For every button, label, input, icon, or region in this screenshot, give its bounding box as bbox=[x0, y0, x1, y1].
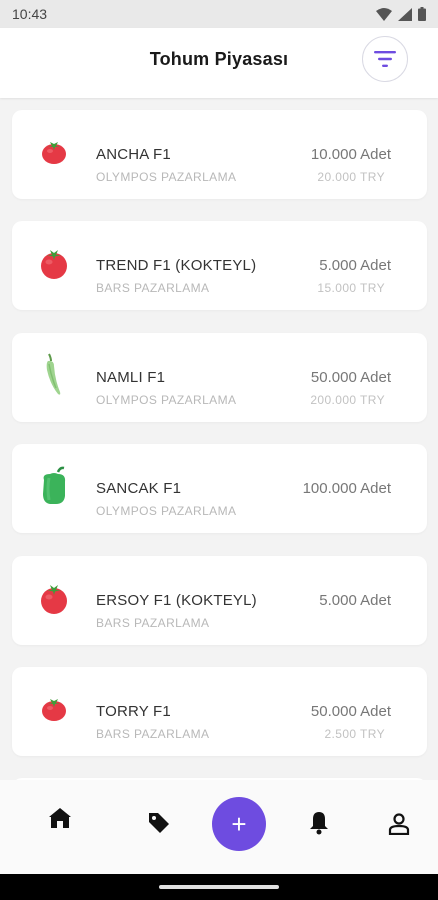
company-name: BARS PAZARLAMA bbox=[96, 727, 210, 741]
status-icons bbox=[376, 7, 426, 21]
home-icon bbox=[49, 808, 71, 828]
company-name: OLYMPOS PAZARLAMA bbox=[96, 393, 237, 407]
wifi-icon bbox=[376, 7, 392, 21]
list-item[interactable]: ERSOY F1 (KOKTEYL) BARS PAZARLAMA 5.000 … bbox=[12, 556, 427, 645]
list-item[interactable]: TORRY F1 BARS PAZARLAMA 50.000 Adet 2.50… bbox=[12, 667, 427, 756]
tomato-icon bbox=[34, 129, 74, 175]
company-name: OLYMPOS PAZARLAMA bbox=[96, 170, 237, 184]
tag-icon bbox=[149, 813, 169, 833]
product-name: TREND F1 (KOKTEYL) bbox=[96, 257, 257, 274]
product-name: NAMLI F1 bbox=[96, 369, 166, 386]
quantity: 5.000 Adet bbox=[319, 257, 391, 274]
quantity: 50.000 Adet bbox=[310, 703, 391, 720]
nav-tags[interactable] bbox=[143, 807, 175, 839]
status-bar: 10:43 bbox=[0, 0, 438, 28]
nav-home[interactable] bbox=[44, 802, 76, 834]
bell-pepper-icon bbox=[34, 463, 74, 509]
tomato-icon bbox=[34, 575, 74, 621]
price: 15.000 TRY bbox=[317, 281, 385, 295]
product-name: ERSOY F1 (KOKTEYL) bbox=[96, 592, 257, 609]
profile-icon bbox=[388, 813, 410, 835]
filter-icon bbox=[374, 51, 396, 67]
company-name: BARS PAZARLAMA bbox=[96, 281, 210, 295]
chili-pepper-icon bbox=[34, 352, 74, 398]
status-time: 10:43 bbox=[12, 6, 48, 22]
list-item[interactable]: ANCHA F1 OLYMPOS PAZARLAMA 10.000 Adet 2… bbox=[12, 110, 427, 199]
company-name: OLYMPOS PAZARLAMA bbox=[96, 504, 237, 518]
price: 2.500 TRY bbox=[324, 727, 385, 741]
app-header: Tohum Piyasası bbox=[0, 28, 438, 98]
quantity: 100.000 Adet bbox=[302, 480, 391, 497]
quantity: 50.000 Adet bbox=[310, 369, 391, 386]
add-icon: + bbox=[231, 808, 247, 839]
quantity: 5.000 Adet bbox=[319, 592, 391, 609]
list-item[interactable]: TREND F1 (KOKTEYL) BARS PAZARLAMA 5.000 … bbox=[12, 221, 427, 310]
nav-notifications[interactable] bbox=[303, 807, 335, 839]
list-item[interactable]: SANCAK F1 OLYMPOS PAZARLAMA 100.000 Adet bbox=[12, 444, 427, 533]
company-name: BARS PAZARLAMA bbox=[96, 616, 210, 630]
quantity: 10.000 Adet bbox=[310, 146, 391, 163]
price: 20.000 TRY bbox=[317, 170, 385, 184]
add-button[interactable]: + bbox=[212, 797, 266, 851]
battery-icon bbox=[418, 7, 426, 21]
filter-button[interactable] bbox=[362, 36, 408, 82]
tomato-icon bbox=[34, 240, 74, 286]
list-item[interactable]: NAMLI F1 OLYMPOS PAZARLAMA 50.000 Adet 2… bbox=[12, 333, 427, 422]
gesture-handle[interactable] bbox=[159, 885, 279, 889]
product-name: TORRY F1 bbox=[96, 703, 171, 720]
bell-icon bbox=[310, 812, 328, 835]
seed-list: ANCHA F1 OLYMPOS PAZARLAMA 10.000 Adet 2… bbox=[0, 98, 438, 780]
product-name: ANCHA F1 bbox=[96, 146, 171, 163]
product-name: SANCAK F1 bbox=[96, 480, 182, 497]
bottom-navigation: + bbox=[0, 780, 438, 874]
signal-icon bbox=[398, 7, 412, 21]
system-gesture-bar bbox=[0, 874, 438, 900]
price: 200.000 TRY bbox=[310, 393, 385, 407]
nav-profile[interactable] bbox=[383, 808, 415, 840]
tomato-icon bbox=[34, 686, 74, 732]
